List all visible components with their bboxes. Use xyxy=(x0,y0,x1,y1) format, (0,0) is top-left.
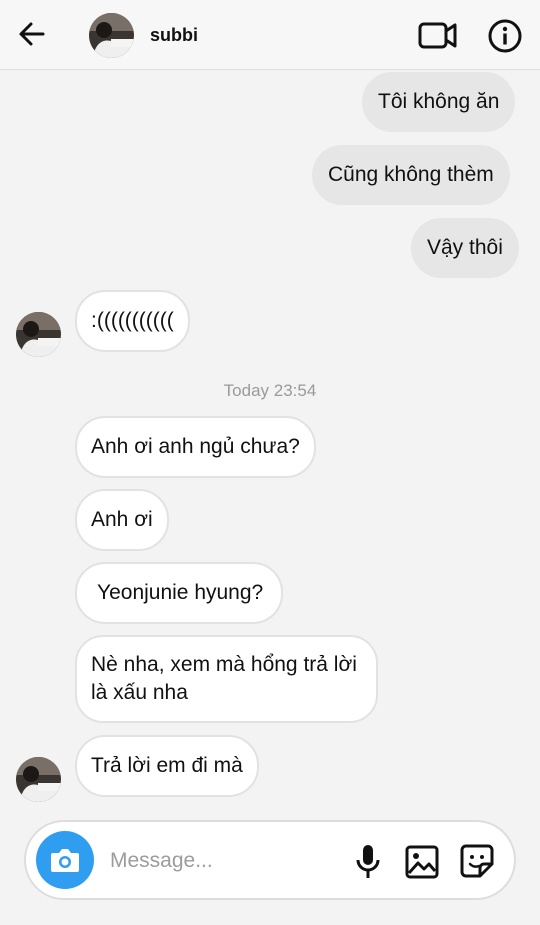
camera-button[interactable] xyxy=(36,831,94,889)
info-button[interactable] xyxy=(486,17,524,55)
video-call-button[interactable] xyxy=(416,17,458,53)
received-message[interactable]: Nè nha, xem mà hổng trả lời là xấu nha xyxy=(75,635,378,723)
message-text: Tôi không ăn xyxy=(378,90,500,113)
contact-name[interactable]: subbi xyxy=(150,25,198,46)
image-icon xyxy=(405,845,439,879)
microphone-icon xyxy=(356,845,380,878)
message-input[interactable] xyxy=(110,846,340,876)
sent-message[interactable]: Cũng không thèm xyxy=(312,145,510,205)
arrow-left-icon xyxy=(19,22,45,46)
received-message[interactable]: :((((((((((( xyxy=(75,290,190,352)
back-button[interactable] xyxy=(14,16,50,52)
message-text: Nè nha, xem mà hổng trả lời là xấu nha xyxy=(91,653,357,704)
message-text: Yeonjunie hyung? xyxy=(97,581,264,604)
chat-header: subbi xyxy=(0,0,540,70)
message-text: Cũng không thèm xyxy=(328,163,494,186)
message-text: Anh ơi xyxy=(91,508,153,531)
avatar[interactable] xyxy=(16,757,61,802)
sent-message[interactable]: Tôi không ăn xyxy=(362,72,516,132)
received-message[interactable]: Yeonjunie hyung? xyxy=(75,562,284,624)
camera-icon xyxy=(51,849,79,872)
sent-message[interactable]: Vậy thôi xyxy=(411,218,519,278)
avatar[interactable] xyxy=(89,13,134,58)
message-text: Anh ơi anh ngủ chưa? xyxy=(91,435,300,458)
voice-message-button[interactable] xyxy=(352,842,384,882)
received-message[interactable]: Anh ơi xyxy=(75,489,169,551)
sticker-icon xyxy=(460,844,494,878)
video-camera-icon xyxy=(418,22,457,49)
info-icon xyxy=(488,19,522,53)
chat-screen: subbi Tôi không ăn Cũng không thèm Vậy t… xyxy=(0,0,540,925)
gallery-button[interactable] xyxy=(404,844,440,880)
sticker-button[interactable] xyxy=(458,842,496,880)
message-timestamp: Today 23:54 xyxy=(223,381,317,400)
avatar[interactable] xyxy=(16,312,61,357)
received-message[interactable]: Trả lời em đi mà xyxy=(75,735,259,797)
message-text: Trả lời em đi mà xyxy=(91,754,243,777)
received-message[interactable]: Anh ơi anh ngủ chưa? xyxy=(75,416,316,478)
message-text: Vậy thôi xyxy=(427,236,503,259)
message-composer xyxy=(24,820,516,900)
message-text: :((((((((((( xyxy=(91,309,174,332)
